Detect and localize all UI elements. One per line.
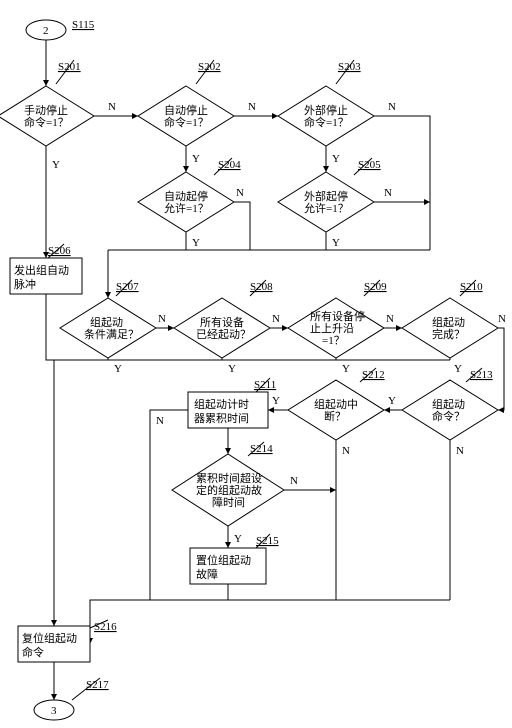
s209-l1: 所有设备停 xyxy=(310,309,365,323)
edge-y: Y xyxy=(114,363,122,375)
tag-s115: S115 xyxy=(72,19,95,31)
s215-l1: 置位组起动 xyxy=(196,553,251,567)
edge-y: Y xyxy=(228,363,236,375)
s212-l1: 组起动中 xyxy=(314,397,358,411)
s213-l2: 命令？ xyxy=(432,409,465,423)
edge-n: N xyxy=(384,187,392,199)
edge-n: N xyxy=(342,445,350,457)
s214-l3: 障时间 xyxy=(212,495,245,509)
tag-s207: S207 xyxy=(116,281,139,293)
s210-l2: 完成？ xyxy=(432,327,465,341)
s208-l1: 所有设备 xyxy=(200,315,244,329)
tag-s217: S217 xyxy=(86,679,109,691)
s211-l2: 器累积时间 xyxy=(194,412,249,425)
tag-s210: S210 xyxy=(460,281,483,293)
edge-y: Y xyxy=(332,237,340,249)
s206-l1: 发出组自动 xyxy=(14,263,69,277)
s201-l2: 命令=1？ xyxy=(24,115,69,129)
s206-l2: 脉冲 xyxy=(14,277,36,291)
s204-l2: 允许=1？ xyxy=(164,201,209,215)
s207-l1: 组起动 xyxy=(90,315,123,329)
connector-in-label: 2 xyxy=(43,25,49,37)
s205-l1: 外部起停 xyxy=(304,189,348,203)
edge-y: Y xyxy=(192,153,200,165)
s211-l1: 组起动计时 xyxy=(194,397,249,411)
tag-s211: S211 xyxy=(254,379,276,391)
s212-l2: 断？ xyxy=(324,409,346,423)
edge-n: N xyxy=(456,445,464,457)
connector-out-label: 3 xyxy=(51,705,57,717)
edge-y: Y xyxy=(388,395,396,407)
s213-l1: 组起动 xyxy=(432,397,465,411)
edge-n: N xyxy=(388,101,396,113)
s210-l1: 组起动 xyxy=(432,315,465,329)
edge-n: N xyxy=(272,313,280,325)
edge-n: N xyxy=(248,101,256,113)
s204-l1: 自动起停 xyxy=(164,189,208,203)
s203-l1: 外部停止 xyxy=(304,103,348,117)
s208-l2: 已经起动？ xyxy=(196,328,251,341)
s216-l1: 复位组起动 xyxy=(22,631,77,645)
s202-l1: 自动停止 xyxy=(164,103,208,117)
s216-l2: 命令 xyxy=(22,645,44,659)
edge-y: Y xyxy=(342,363,350,375)
tag-s208: S208 xyxy=(250,281,273,293)
s201-l1: 手动停止 xyxy=(24,103,68,117)
s209-l3: =1？ xyxy=(322,335,345,347)
s209-l2: 止上升沿 xyxy=(310,322,354,335)
edge-y: Y xyxy=(332,153,340,165)
edge-n: N xyxy=(386,313,394,325)
edge-n: N xyxy=(156,415,164,427)
edge-y: Y xyxy=(52,159,60,171)
edge-n: N xyxy=(158,313,166,325)
tag-s203: S203 xyxy=(338,61,361,73)
edge-y: Y xyxy=(192,237,200,249)
s214-l2: 定的组起动故 xyxy=(196,483,262,497)
tag-s209: S209 xyxy=(364,281,387,293)
s207-l2: 条件满足？ xyxy=(84,327,139,341)
s214-l1: 累积时间超设 xyxy=(196,471,262,485)
edge-n: N xyxy=(108,101,116,113)
s215-l2: 故障 xyxy=(196,567,218,581)
s205-l2: 允许=1？ xyxy=(304,201,349,215)
s203-l2: 命令=1？ xyxy=(304,115,349,129)
edge-n: N xyxy=(236,187,244,199)
edge-y: Y xyxy=(454,363,462,375)
edge-y: Y xyxy=(272,395,280,407)
edge-y: Y xyxy=(234,533,242,545)
s202-l2: 命令=1？ xyxy=(164,115,209,129)
tag-s216: S216 xyxy=(94,621,117,633)
edge-n: N xyxy=(498,313,506,325)
edge-n: N xyxy=(290,475,298,487)
